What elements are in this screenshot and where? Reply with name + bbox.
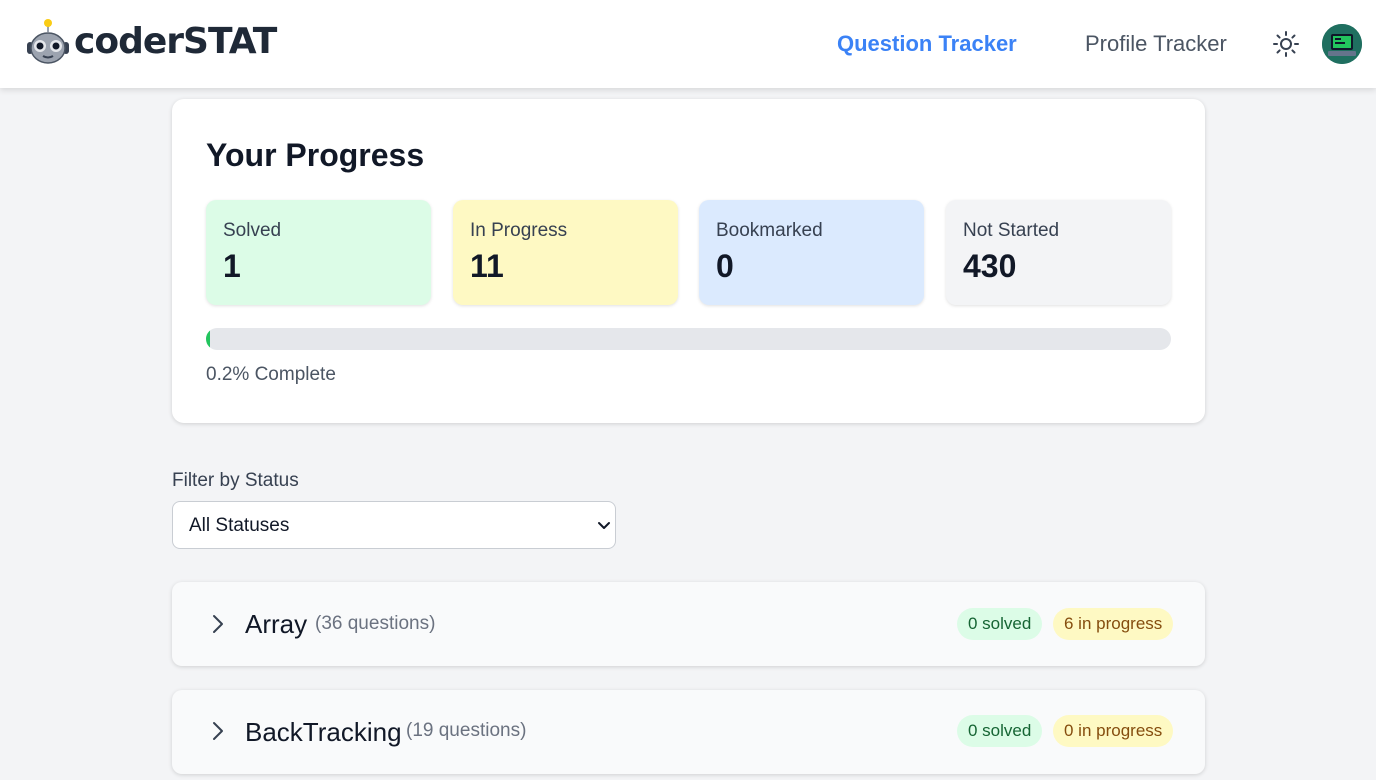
stat-card-in-progress: In Progress 11: [453, 200, 678, 305]
theme-toggle-button[interactable]: [1270, 28, 1302, 60]
nav-profile-tracker[interactable]: Profile Tracker: [1085, 30, 1227, 58]
chevron-down-icon: [598, 522, 610, 529]
chevron-right-icon: [213, 615, 223, 633]
topic-row-backtracking[interactable]: BackTracking (19 questions) 0 solved 0 i…: [172, 690, 1205, 774]
topic-row-array[interactable]: Array (36 questions) 0 solved 6 in progr…: [172, 582, 1205, 666]
progress-card: Your Progress Solved 1 In Progress 11 Bo…: [172, 99, 1205, 423]
stat-card-bookmarked: Bookmarked 0: [699, 200, 924, 305]
stat-value: 0: [716, 248, 734, 284]
solved-badge: 0 solved: [957, 715, 1043, 747]
in-progress-badge: 0 in progress: [1053, 715, 1174, 747]
stat-value: 11: [470, 248, 504, 284]
progress-bar: [206, 328, 1171, 350]
robot-logo-icon: [27, 19, 69, 64]
stat-label: Bookmarked: [716, 220, 823, 241]
topic-name: Array: [245, 609, 308, 639]
chevron-right-icon: [213, 722, 223, 740]
progress-bar-fill: [206, 328, 210, 350]
progress-title: Your Progress: [206, 137, 425, 173]
top-navbar: coderSTAT Question Tracker Profile Track…: [0, 0, 1376, 88]
stat-card-not-started: Not Started 430: [946, 200, 1171, 305]
in-progress-badge: 6 in progress: [1053, 608, 1174, 640]
nav-question-tracker[interactable]: Question Tracker: [837, 30, 1017, 58]
avatar-image: [1322, 24, 1362, 64]
solved-badge: 0 solved: [957, 608, 1043, 640]
filter-label: Filter by Status: [172, 470, 299, 491]
stat-label: In Progress: [470, 220, 568, 241]
stat-value: 430: [963, 248, 1017, 284]
brand-home-link[interactable]: coderSTAT: [24, 18, 277, 66]
stat-value: 1: [223, 248, 241, 284]
stat-card-solved: Solved 1: [206, 200, 431, 305]
progress-percent-text: 0.2% Complete: [206, 364, 336, 385]
topic-question-count: (19 questions): [406, 720, 527, 741]
topic-question-count: (36 questions): [315, 613, 436, 634]
stat-label: Not Started: [963, 220, 1060, 241]
topic-name: BackTracking: [245, 717, 402, 747]
stat-label: Solved: [223, 220, 282, 241]
sun-icon: [1273, 31, 1299, 57]
status-filter-select[interactable]: All Statuses: [172, 501, 616, 549]
filter-selected-value: All Statuses: [189, 515, 290, 536]
brand-name: coderSTAT: [74, 21, 277, 62]
user-avatar[interactable]: [1322, 24, 1362, 64]
